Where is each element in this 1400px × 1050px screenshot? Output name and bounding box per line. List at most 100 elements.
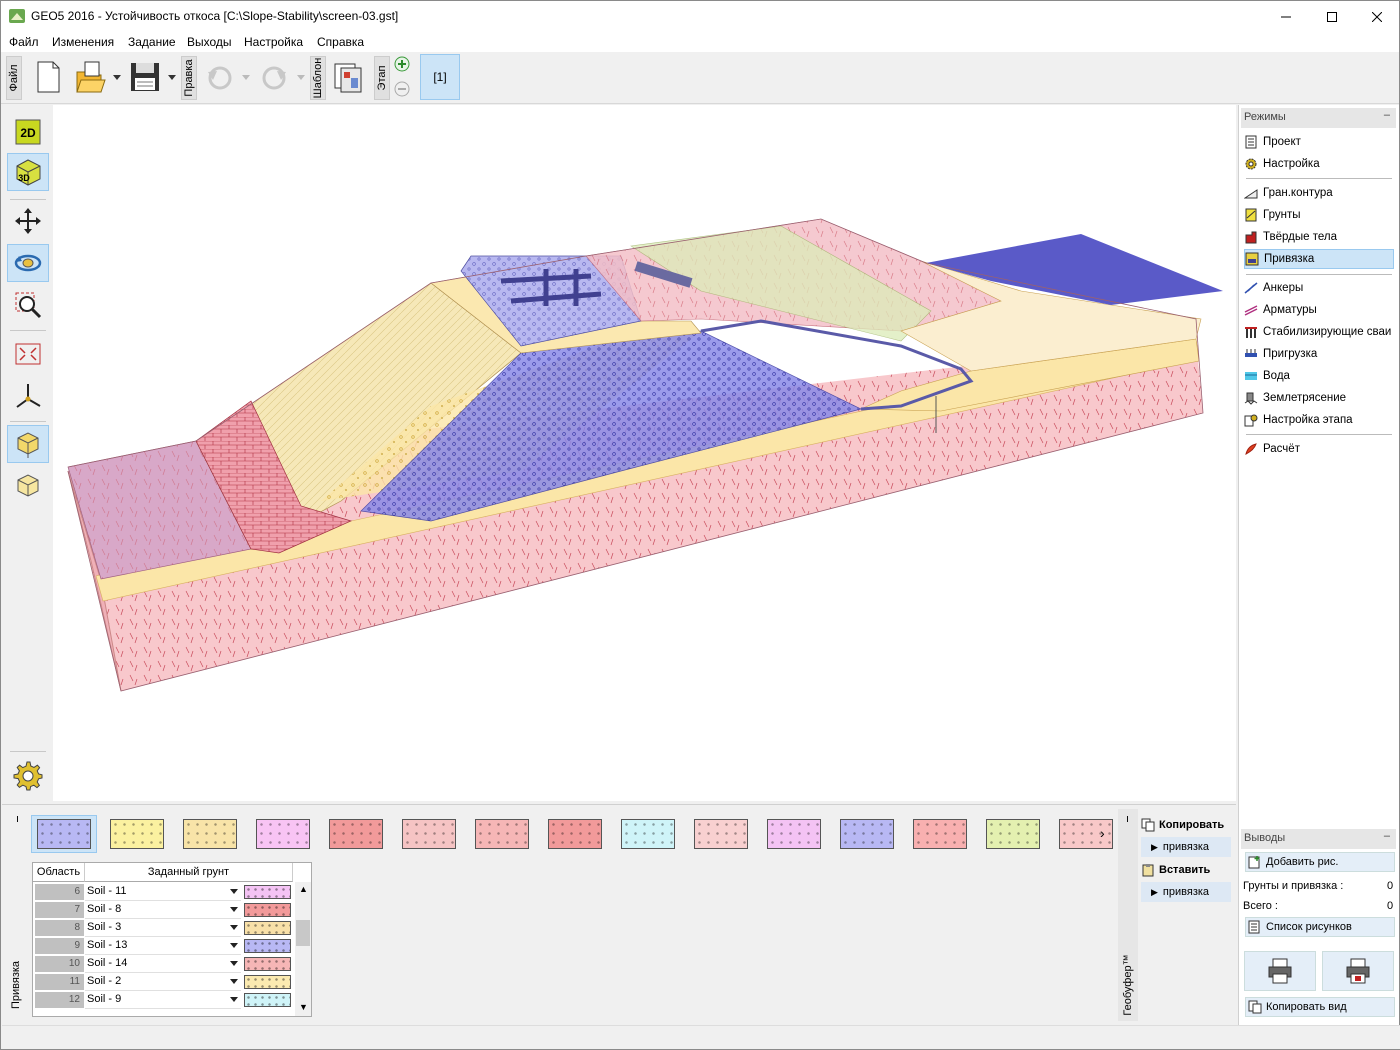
chevron-down-icon[interactable] xyxy=(230,925,238,930)
assignment-side-tab[interactable]: ı Привязка xyxy=(6,809,26,1021)
chevron-down-icon[interactable] xyxy=(230,961,238,966)
soil-swatch[interactable] xyxy=(250,815,316,853)
soil-swatch[interactable] xyxy=(323,815,389,853)
table-row[interactable]: 6 Soil - 11 xyxy=(33,883,295,901)
collapse-outputs-button[interactable]: – xyxy=(1384,830,1390,842)
menu-input[interactable]: Задание xyxy=(128,35,176,49)
geobuffer-paste-button[interactable]: Вставить xyxy=(1141,860,1231,880)
table-row[interactable]: 11 Soil - 2 xyxy=(33,973,295,991)
table-row[interactable]: 10 Soil - 14 xyxy=(33,955,295,973)
collapse-modes-button[interactable]: – xyxy=(1384,109,1390,121)
open-dropdown-caret[interactable] xyxy=(113,75,121,80)
column-header-soil[interactable]: Заданный грунт xyxy=(85,863,293,882)
soil-swatch[interactable] xyxy=(980,815,1046,853)
soil-swatch[interactable] xyxy=(1053,815,1119,853)
soil-select[interactable]: Soil - 8 xyxy=(85,901,241,919)
mode-reinforcements[interactable]: Арматуры xyxy=(1244,300,1394,320)
remove-stage-button[interactable] xyxy=(394,81,410,97)
mode-soils[interactable]: Грунты xyxy=(1244,205,1394,225)
scroll-up-icon[interactable]: ▲ xyxy=(299,884,308,894)
mode-surcharge[interactable]: Пригрузка xyxy=(1244,344,1394,364)
geobuffer-side-tab[interactable]: ı Геобуфер™ xyxy=(1118,809,1138,1021)
mode-stabilizing-piles[interactable]: Стабилизирующие сваи xyxy=(1244,322,1394,342)
mode-project[interactable]: Проект xyxy=(1244,132,1394,152)
table-row[interactable]: 9 Soil - 13 xyxy=(33,937,295,955)
template-button[interactable] xyxy=(332,58,366,96)
soil-select[interactable]: Soil - 13 xyxy=(85,937,241,955)
table-scrollbar[interactable]: ▲ ▼ xyxy=(295,882,311,1016)
zoom-view-button[interactable] xyxy=(7,286,49,324)
new-file-button[interactable] xyxy=(31,58,65,96)
soil-swatch[interactable] xyxy=(542,815,608,853)
move-view-button[interactable] xyxy=(7,202,49,240)
soil-swatch[interactable] xyxy=(104,815,170,853)
mode-settings[interactable]: Настройка xyxy=(1244,154,1394,174)
maximize-button[interactable] xyxy=(1309,1,1355,32)
soil-swatch[interactable] xyxy=(615,815,681,853)
axes-button[interactable] xyxy=(7,377,49,415)
add-stage-button[interactable] xyxy=(394,56,410,72)
redo-button[interactable] xyxy=(257,58,291,96)
view-2d-button[interactable]: 2D xyxy=(7,113,49,151)
chevron-down-icon[interactable] xyxy=(230,943,238,948)
column-header-area[interactable]: Область xyxy=(33,863,85,882)
mode-anchors[interactable]: Анкеры xyxy=(1244,278,1394,298)
undo-dropdown-caret[interactable] xyxy=(242,75,250,80)
menu-help[interactable]: Справка xyxy=(317,35,364,49)
mode-stage-settings[interactable]: Настройка этапа xyxy=(1244,410,1394,430)
undo-button[interactable] xyxy=(203,58,237,96)
swatch-scroll-right-icon[interactable]: › xyxy=(1100,825,1105,841)
chevron-down-icon[interactable] xyxy=(230,997,238,1002)
redo-dropdown-caret[interactable] xyxy=(297,75,305,80)
mode-interfaces[interactable]: Гран.контура xyxy=(1244,183,1394,203)
stage-tab-1[interactable]: [1] xyxy=(420,54,460,100)
soil-swatch[interactable] xyxy=(469,815,535,853)
add-picture-button[interactable]: Добавить рис. xyxy=(1245,852,1395,872)
table-row[interactable]: 8 Soil - 3 xyxy=(33,919,295,937)
table-row[interactable]: 12 Soil - 9 xyxy=(33,991,295,1009)
save-dropdown-caret[interactable] xyxy=(168,75,176,80)
soil-select[interactable]: Soil - 9 xyxy=(85,991,241,1009)
soil-swatch[interactable] xyxy=(688,815,754,853)
copy-view-button[interactable]: Копировать вид xyxy=(1245,997,1395,1017)
geobuffer-copy-assignment[interactable]: ▶ привязка xyxy=(1141,837,1231,857)
wire-box-button[interactable] xyxy=(7,467,49,505)
mode-analysis[interactable]: Расчёт xyxy=(1244,439,1394,459)
menu-edit[interactable]: Изменения xyxy=(52,35,114,49)
geobuffer-paste-assignment[interactable]: ▶ привязка xyxy=(1141,882,1231,902)
fit-view-button[interactable] xyxy=(7,335,49,373)
soil-swatch[interactable] xyxy=(761,815,827,853)
slope-model-3d[interactable] xyxy=(53,105,1236,801)
mode-rigid-bodies[interactable]: Твёрдые тела xyxy=(1244,227,1394,247)
close-button[interactable] xyxy=(1354,1,1400,32)
model-3d-canvas[interactable] xyxy=(53,105,1236,801)
view-3d-button[interactable]: 3D xyxy=(7,153,49,191)
solid-box-button[interactable] xyxy=(7,425,49,463)
soil-swatch[interactable] xyxy=(907,815,973,853)
print-export-button[interactable] xyxy=(1322,951,1394,991)
scroll-thumb[interactable] xyxy=(296,920,310,946)
save-button[interactable] xyxy=(128,58,162,96)
open-file-button[interactable] xyxy=(73,58,107,96)
soil-swatch[interactable] xyxy=(31,815,97,853)
chevron-down-icon[interactable] xyxy=(230,889,238,894)
mode-assignment[interactable]: Привязка xyxy=(1244,249,1394,269)
table-row[interactable]: 7 Soil - 8 xyxy=(33,901,295,919)
soil-swatch[interactable] xyxy=(396,815,462,853)
chevron-down-icon[interactable] xyxy=(230,907,238,912)
soil-select[interactable]: Soil - 2 xyxy=(85,973,241,991)
geobuffer-copy-button[interactable]: Копировать xyxy=(1141,815,1231,835)
soil-select[interactable]: Soil - 3 xyxy=(85,919,241,937)
picture-list-button[interactable]: Список рисунков xyxy=(1245,917,1395,937)
chevron-down-icon[interactable] xyxy=(230,979,238,984)
menu-file[interactable]: Файл xyxy=(9,35,39,49)
soil-select[interactable]: Soil - 11 xyxy=(85,883,241,901)
print-button[interactable] xyxy=(1244,951,1316,991)
mode-earthquake[interactable]: Землетрясение xyxy=(1244,388,1394,408)
menu-settings[interactable]: Настройка xyxy=(244,35,303,49)
soil-swatch[interactable] xyxy=(834,815,900,853)
menu-outputs[interactable]: Выходы xyxy=(187,35,232,49)
settings-button[interactable] xyxy=(7,757,49,795)
minimize-button[interactable] xyxy=(1263,1,1309,32)
rotate-view-button[interactable] xyxy=(7,244,49,282)
